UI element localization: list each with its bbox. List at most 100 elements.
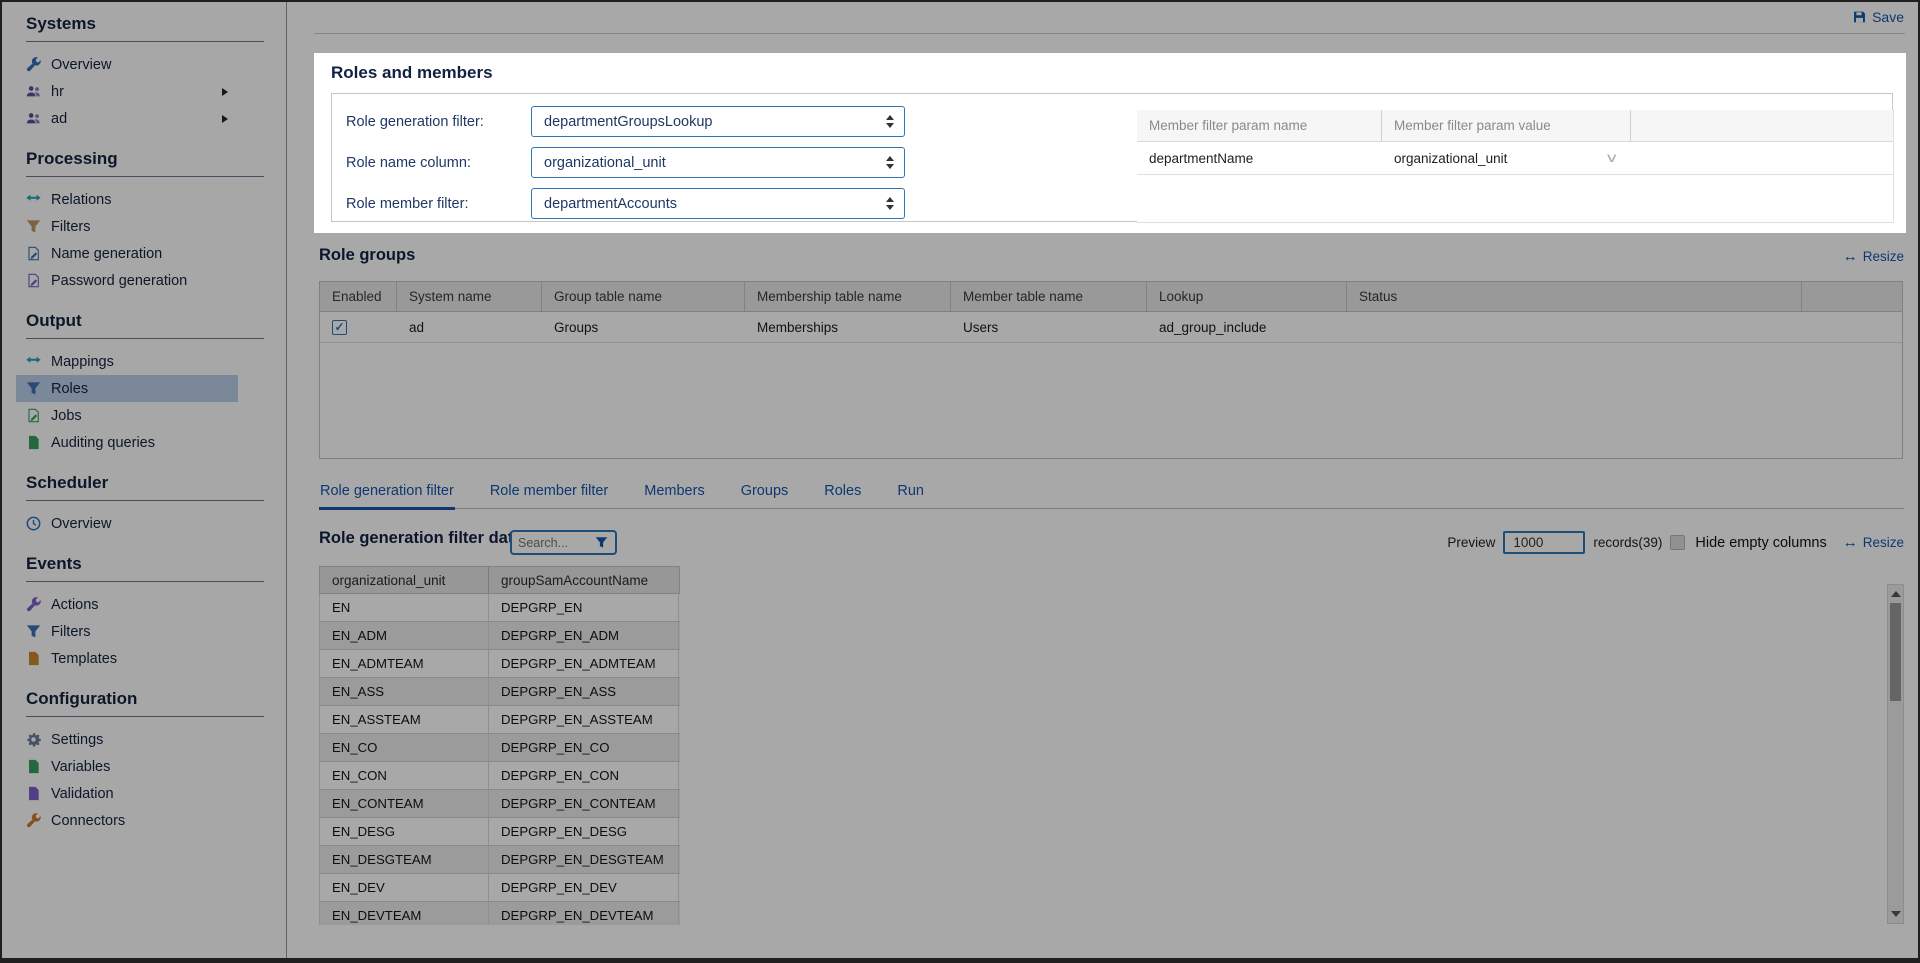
filter-data-title: Role generation filter data: [319, 529, 523, 548]
col-organizational-unit: organizational_unit: [320, 567, 489, 593]
tab-roles[interactable]: Roles: [823, 479, 862, 508]
sidebar-item-password-generation[interactable]: Password generation: [2, 267, 238, 294]
sidebar-item-hr[interactable]: hr: [2, 78, 238, 105]
table-row[interactable]: EN_CONTEAMDEPGRP_EN_CONTEAM: [320, 790, 680, 818]
table-row[interactable]: EN_ASSTEAMDEPGRP_EN_ASSTEAM: [320, 706, 680, 734]
table-row[interactable]: EN_CODEPGRP_EN_CO: [320, 734, 680, 762]
panel-title: Roles and members: [331, 63, 493, 83]
param-value-cell[interactable]: organizational_unit ∨: [1382, 142, 1631, 174]
chevron-down-icon[interactable]: ∨: [1605, 150, 1619, 166]
sidebar-item-validation[interactable]: Validation: [2, 780, 238, 807]
param-table-header: Member filter param name Member filter p…: [1137, 110, 1893, 142]
scrollbar-thumb[interactable]: [1890, 603, 1901, 701]
role-name-column-select[interactable]: organizational_unit: [531, 147, 905, 178]
table-row[interactable]: EN_DESGTEAMDEPGRP_EN_DESGTEAM: [320, 846, 680, 874]
resize-icon: ↔: [1843, 535, 1858, 550]
sidebar-item-filters[interactable]: Filters: [2, 213, 238, 240]
col-group-sam-account-name: groupSamAccountName: [489, 567, 679, 593]
spinner-icon[interactable]: [886, 156, 894, 169]
table-row[interactable]: EN_DEVDEPGRP_EN_DEV: [320, 874, 680, 902]
gear-icon: [26, 732, 41, 747]
select-value: organizational_unit: [544, 155, 666, 171]
sidebar-item-overview[interactable]: Overview: [2, 51, 238, 78]
enabled-checkbox[interactable]: [332, 320, 347, 335]
sidebar-item-jobs[interactable]: Jobs: [2, 402, 238, 429]
sidebar-item-templates[interactable]: Templates: [2, 645, 238, 672]
sidebar-item-label: Filters: [51, 219, 90, 235]
param-name-cell[interactable]: departmentName: [1137, 142, 1382, 174]
col-membership-table-name: Membership table name: [745, 282, 951, 311]
tab-groups[interactable]: Groups: [740, 479, 790, 508]
file-icon: [26, 759, 41, 774]
sidebar-item-settings[interactable]: Settings: [2, 726, 238, 753]
file-icon: [26, 786, 41, 801]
param-table-row: departmentName organizational_unit ∨: [1137, 142, 1893, 175]
role-groups-row[interactable]: ad Groups Memberships Users ad_group_inc…: [320, 312, 1902, 343]
chevron-right-icon[interactable]: [222, 115, 228, 123]
resize-label: Resize: [1863, 535, 1904, 550]
users-icon: [26, 111, 41, 126]
sidebar-item-roles[interactable]: Roles: [16, 375, 238, 402]
sidebar-item-mappings[interactable]: Mappings: [2, 348, 238, 375]
search-input[interactable]: [518, 536, 590, 550]
chevron-right-icon[interactable]: [222, 88, 228, 96]
sidebar-item-variables[interactable]: Variables: [2, 753, 238, 780]
tab-members[interactable]: Members: [643, 479, 705, 508]
vertical-scrollbar[interactable]: [1887, 584, 1904, 924]
hide-empty-columns-checkbox[interactable]: [1670, 535, 1685, 550]
cell-group-sam-account-name: DEPGRP_EN_CONTEAM: [489, 790, 679, 817]
role-generation-filter-select[interactable]: departmentGroupsLookup: [531, 106, 905, 137]
cell-group-sam-account-name: DEPGRP_EN_DESG: [489, 818, 679, 845]
sidebar-item-scheduler-overview[interactable]: Overview: [2, 510, 238, 537]
cell-group-sam-account-name: DEPGRP_EN_DEVTEAM: [489, 902, 679, 925]
table-row[interactable]: ENDEPGRP_EN: [320, 594, 680, 622]
sidebar-item-connectors[interactable]: Connectors: [2, 807, 238, 834]
table-row[interactable]: EN_DESGDEPGRP_EN_DESG: [320, 818, 680, 846]
save-icon: [1852, 10, 1867, 24]
sidebar-item-relations[interactable]: Relations: [2, 186, 238, 213]
sidebar-item-ad[interactable]: ad: [2, 105, 238, 132]
cell-group-sam-account-name: DEPGRP_EN_ADMTEAM: [489, 650, 679, 677]
cell-group-sam-account-name: DEPGRP_EN: [489, 594, 679, 621]
table-row[interactable]: EN_ASSDEPGRP_EN_ASS: [320, 678, 680, 706]
col-enabled: Enabled: [320, 282, 397, 311]
search-box[interactable]: [510, 530, 617, 555]
filter-data-resize-button[interactable]: ↔ Resize: [1843, 535, 1904, 550]
table-row[interactable]: EN_DEVTEAMDEPGRP_EN_DEVTEAM: [320, 902, 680, 925]
spinner-icon[interactable]: [886, 115, 894, 128]
spinner-icon[interactable]: [886, 197, 894, 210]
sidebar-item-auditing-queries[interactable]: Auditing queries: [2, 429, 238, 456]
sidebar-item-label: Mappings: [51, 354, 114, 370]
table-row[interactable]: EN_CONDEPGRP_EN_CON: [320, 762, 680, 790]
role-member-filter-select[interactable]: departmentAccounts: [531, 188, 905, 219]
cell-organizational-unit: EN_ASS: [320, 678, 489, 705]
tab-run[interactable]: Run: [896, 479, 925, 508]
save-button[interactable]: Save: [1852, 9, 1904, 25]
table-row[interactable]: EN_ADMTEAMDEPGRP_EN_ADMTEAM: [320, 650, 680, 678]
role-groups-header: Enabled System name Group table name Mem…: [320, 282, 1902, 312]
cell-organizational-unit: EN_DEV: [320, 874, 489, 901]
sidebar-item-actions[interactable]: Actions: [2, 591, 238, 618]
clock-icon: [26, 516, 41, 531]
tab-role-generation-filter[interactable]: Role generation filter: [319, 479, 455, 508]
tab-role-member-filter[interactable]: Role member filter: [489, 479, 609, 508]
table-row[interactable]: EN_ADMDEPGRP_EN_ADM: [320, 622, 680, 650]
cell-group-sam-account-name: DEPGRP_EN_DEV: [489, 874, 679, 901]
scroll-up-button[interactable]: [1888, 587, 1903, 601]
role-groups-resize-button[interactable]: ↔ Resize: [1843, 249, 1904, 264]
sidebar-item-event-filters[interactable]: Filters: [2, 618, 238, 645]
preview-input[interactable]: [1503, 531, 1585, 554]
scroll-down-button[interactable]: [1888, 907, 1903, 921]
search-funnel-icon[interactable]: [594, 536, 609, 549]
sidebar-section-output: Output Mappings Roles Jobs Auditing quer…: [2, 311, 286, 456]
select-value: departmentGroupsLookup: [544, 114, 712, 130]
select-value: departmentAccounts: [544, 196, 677, 212]
param-value-text: organizational_unit: [1394, 151, 1507, 166]
file-icon: [26, 651, 41, 666]
main-content: Save Roles and members Role generation f…: [288, 2, 1918, 958]
funnel-icon: [26, 381, 41, 396]
role-member-filter-label: Role member filter:: [346, 196, 531, 212]
sidebar-item-name-generation[interactable]: Name generation: [2, 240, 238, 267]
sidebar-item-label: Templates: [51, 651, 117, 667]
cell-group-sam-account-name: DEPGRP_EN_ADM: [489, 622, 679, 649]
